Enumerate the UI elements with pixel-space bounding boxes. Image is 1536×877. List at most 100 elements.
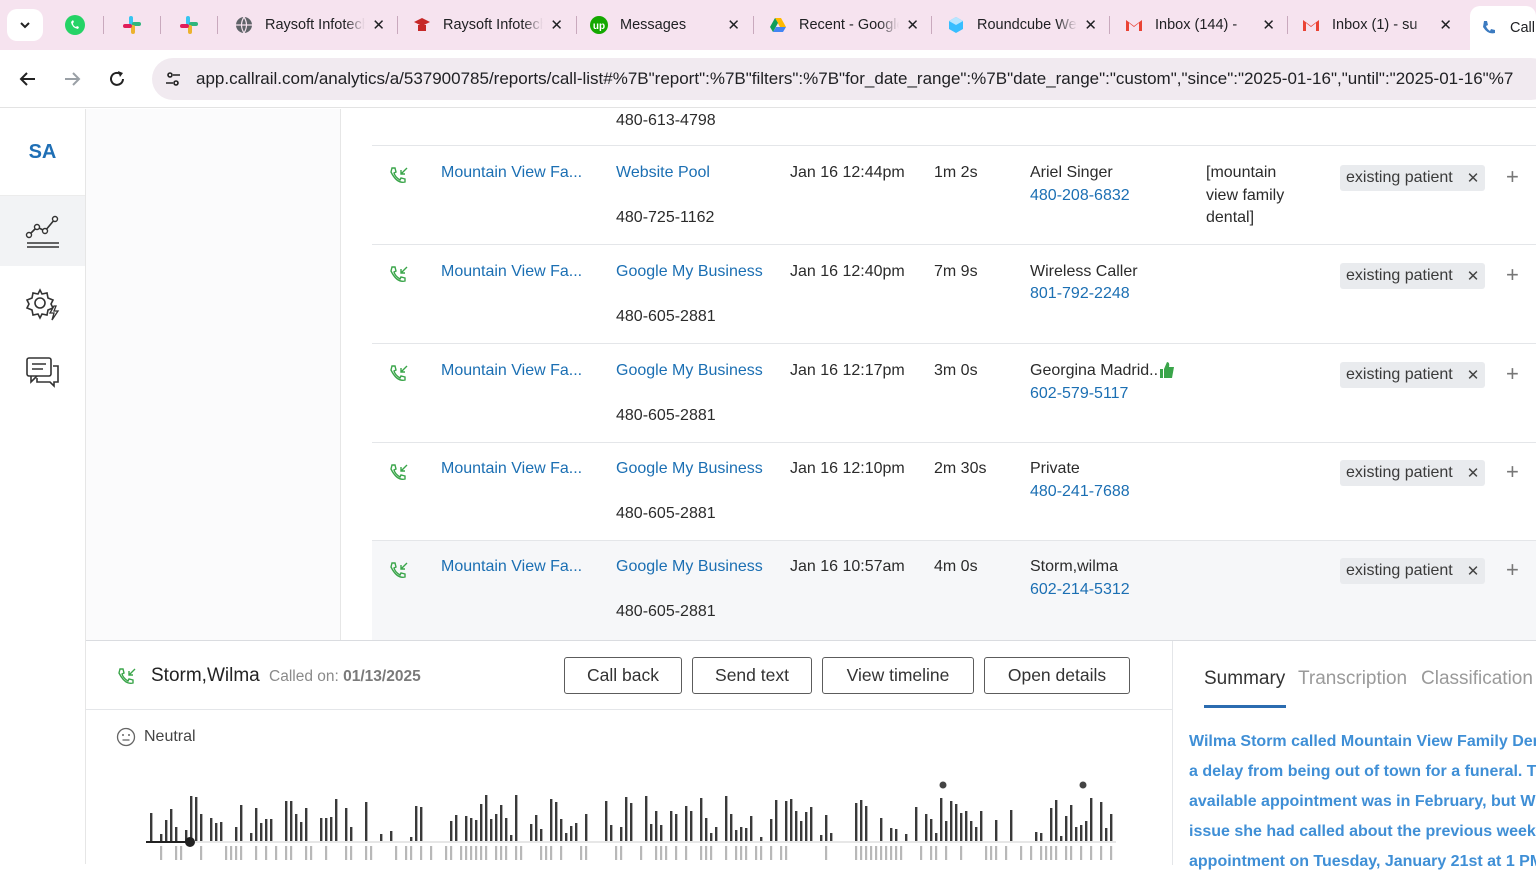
account-name-link[interactable]: Mountain View Fa... (441, 263, 582, 281)
tab-summary[interactable]: Summary (1204, 668, 1285, 690)
browser-tab-raysoft-1[interactable]: Raysoft Infotech ✕ (225, 6, 397, 44)
url-bar[interactable]: app.callrail.com/analytics/a/537900785/r… (152, 58, 1536, 100)
waveform-bar-secondary (175, 846, 178, 860)
table-row[interactable]: Mountain View Fa... Google My Business 4… (372, 245, 1536, 344)
tab-classification[interactable]: Classification (1421, 668, 1533, 690)
tab-search-button[interactable] (7, 9, 43, 41)
pinned-tab-slack-2[interactable] (174, 11, 204, 39)
browser-tab-callrail-active[interactable]: Call (1470, 6, 1536, 50)
tab-title: Inbox (1) - su (1332, 17, 1418, 33)
close-icon[interactable]: ✕ (727, 16, 740, 34)
open-details-button[interactable]: Open details (984, 657, 1130, 694)
waveform-bar (820, 835, 823, 841)
remove-tag-icon[interactable]: ✕ (1467, 267, 1480, 285)
browser-tab-messages[interactable]: up Messages ✕ (580, 6, 752, 44)
waveform-bar (515, 795, 518, 841)
slack-icon (180, 16, 198, 34)
audio-waveform[interactable] (146, 781, 1116, 865)
caller-phone-link[interactable]: 801-792-2248 (1030, 285, 1130, 303)
table-row[interactable]: Mountain View Fa... Google My Business 4… (372, 344, 1536, 443)
account-name-link[interactable]: Mountain View Fa... (441, 558, 582, 576)
back-button[interactable] (13, 64, 43, 94)
waveform-bar (495, 814, 498, 841)
tracking-number: 480-613-4798 (616, 112, 716, 129)
account-name-link[interactable]: Mountain View Fa... (441, 460, 582, 478)
rail-item-analytics[interactable] (0, 196, 85, 266)
caller-phone-link[interactable]: 480-208-6832 (1030, 187, 1130, 205)
reload-button[interactable] (102, 64, 132, 94)
google-drive-icon (770, 18, 786, 32)
remove-tag-icon[interactable]: ✕ (1467, 562, 1480, 580)
waveform-bar-secondary (465, 846, 468, 860)
waveform-marker (1079, 781, 1087, 789)
browser-tab-raysoft-2[interactable]: Raysoft Infotech ✕ (403, 6, 575, 44)
browser-tab-roundcube[interactable]: Roundcube Webmail ✕ (937, 6, 1109, 44)
summary-line: Wilma Storm called Mountain View Family … (1189, 733, 1536, 750)
browser-tab-google-drive[interactable]: Recent - Google Drive ✕ (759, 6, 931, 44)
waveform-bar-secondary (235, 846, 238, 860)
browser-tab-gmail-1[interactable]: Inbox (144) - ✕ (1115, 6, 1287, 44)
waveform-bar (1010, 810, 1013, 841)
rail-item-conversations[interactable] (0, 337, 85, 407)
neutral-face-icon (116, 727, 136, 747)
waveform-bar (1050, 808, 1053, 841)
site-info-icon[interactable] (158, 64, 188, 94)
add-tag-button[interactable]: + (1506, 164, 1519, 190)
waveform-bar (700, 798, 703, 841)
forward-button[interactable] (57, 64, 87, 94)
rail-item-settings[interactable] (0, 269, 85, 339)
waveform-bar-secondary (430, 846, 433, 860)
waveform-bar (660, 825, 663, 841)
account-name-link[interactable]: Mountain View Fa... (441, 164, 582, 182)
add-tag-button[interactable]: + (1506, 459, 1519, 485)
waveform-bar (740, 827, 743, 841)
caller-phone-link[interactable]: 602-579-5117 (1030, 385, 1128, 403)
tag-chip: existing patient ✕ (1340, 165, 1486, 191)
source-link[interactable]: Google My Business (616, 362, 763, 380)
caller-phone-link[interactable]: 480-241-7688 (1030, 483, 1130, 501)
add-tag-button[interactable]: + (1506, 262, 1519, 288)
waveform-bar (260, 823, 263, 841)
source-link[interactable]: Google My Business (616, 558, 763, 576)
close-icon[interactable]: ✕ (1439, 16, 1452, 34)
remove-tag-icon[interactable]: ✕ (1467, 464, 1480, 482)
waveform-bar (305, 808, 308, 841)
add-tag-button[interactable]: + (1506, 361, 1519, 387)
close-icon[interactable]: ✕ (372, 16, 385, 34)
account-name-link[interactable]: Mountain View Fa... (441, 362, 582, 380)
remove-tag-icon[interactable]: ✕ (1467, 366, 1480, 384)
call-back-button[interactable]: Call back (564, 657, 682, 694)
waveform-bar (190, 796, 193, 841)
pinned-tab-slack-1[interactable] (117, 11, 147, 39)
tag-chip: existing patient ✕ (1340, 460, 1486, 486)
remove-tag-icon[interactable]: ✕ (1467, 169, 1480, 187)
close-icon[interactable]: ✕ (550, 16, 563, 34)
table-row[interactable]: Mountain View Fa... Google My Business 4… (372, 541, 1536, 640)
caller-phone-link[interactable]: 602-214-5312 (1030, 581, 1130, 599)
browser-tab-gmail-2[interactable]: Inbox (1) - su ✕ (1292, 6, 1464, 44)
tab-transcription[interactable]: Transcription (1298, 668, 1407, 690)
close-icon[interactable]: ✕ (1084, 16, 1097, 34)
send-text-button[interactable]: Send text (692, 657, 812, 694)
waveform-bar-secondary (225, 846, 228, 860)
waveform-bar (575, 823, 578, 841)
account-avatar[interactable]: SA (0, 109, 85, 196)
source-link[interactable]: Website Pool (616, 164, 710, 182)
close-icon[interactable]: ✕ (1262, 16, 1275, 34)
source-link[interactable]: Google My Business (616, 460, 763, 478)
table-row[interactable]: Mountain View Fa... Google My Business 4… (372, 443, 1536, 541)
add-tag-button[interactable]: + (1506, 557, 1519, 583)
waveform-bar-secondary (665, 846, 668, 860)
table-row[interactable]: Mountain View Fa... Website Pool 480-725… (372, 146, 1536, 245)
waveform-bar-secondary (640, 846, 643, 860)
waveform-bar (980, 811, 983, 841)
view-timeline-button[interactable]: View timeline (822, 657, 974, 694)
source-link[interactable]: Google My Business (616, 263, 763, 281)
waveform-bar (335, 799, 338, 841)
waveform-bar (670, 811, 673, 841)
waveform-bar-secondary (345, 846, 348, 860)
pinned-tab-whatsapp[interactable] (60, 11, 90, 39)
waveform-bar (610, 825, 613, 841)
caller-name: Storm,wilma (1030, 558, 1119, 575)
close-icon[interactable]: ✕ (906, 16, 919, 34)
